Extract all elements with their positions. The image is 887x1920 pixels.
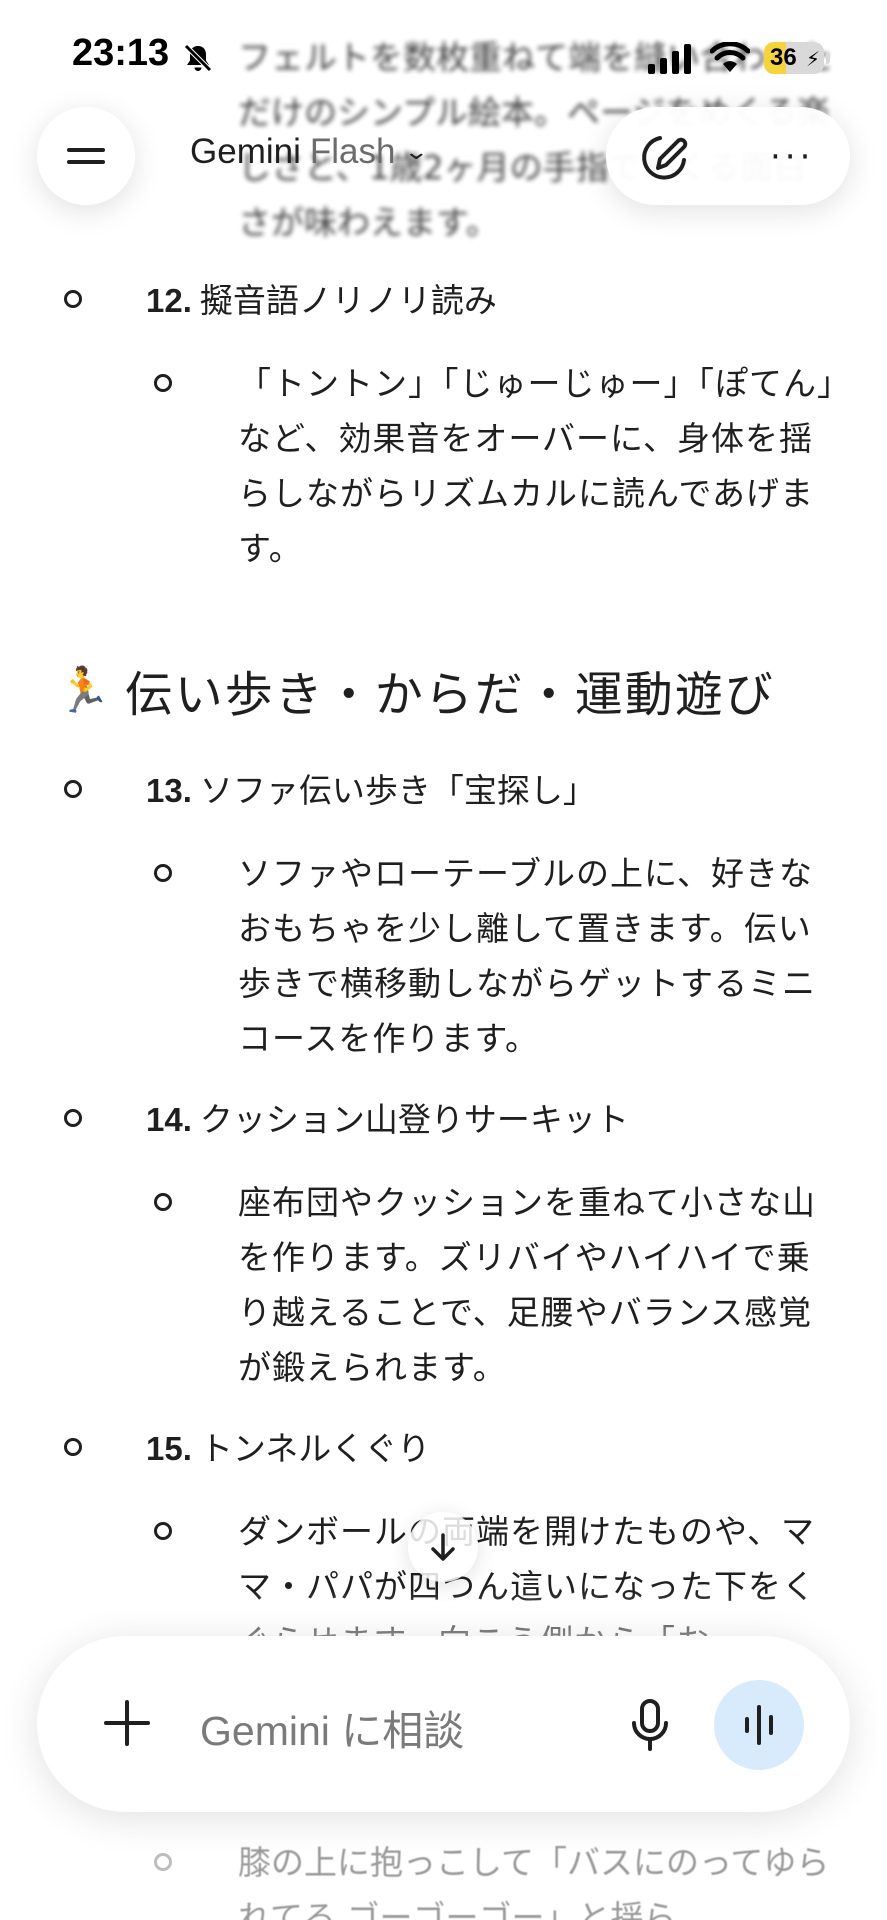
list-item-description: 座布団やクッションを重ねて小さな山を作ります。ズリバイやハイハイで乗り越えること… [238,1183,816,1387]
bullet-icon [64,290,82,308]
battery-tip [826,52,830,64]
bullet-icon [64,780,82,798]
list-item-description: 「トントン」「じゅーじゅー」「ぽてん」など、効果音をオーバーに、身体を揺らしなが… [238,364,835,568]
wifi-icon [710,42,750,72]
charging-bolt-icon: ⚡ [805,47,820,71]
section-heading: 🏃 伝い歩き・からだ・運動遊び [56,665,775,723]
live-button[interactable] [714,1680,804,1770]
bullet-icon [64,1438,82,1456]
bullet-icon [154,1193,172,1211]
menu-button[interactable] [37,107,135,205]
menu-icon [67,140,105,172]
bullet-icon [154,864,172,882]
status-bar: 23:13 36 ⚡ [0,0,887,110]
live-icon [745,1705,773,1745]
battery-icon: 36 ⚡ [764,42,824,74]
bullet-icon [154,1853,172,1871]
prompt-input[interactable]: Gemini に相談 [200,1697,464,1757]
arrow-down-icon [431,1533,455,1561]
list-item-title: 14. クッション山登りサーキット [146,1100,629,1139]
list-item-title: 12. 擬音語ノリノリ読み [146,281,497,320]
scroll-down-button[interactable] [408,1512,478,1582]
list-item-description-partial: 膝の上に抱っこして「バスにのってゆられてる ゴーゴーゴー」と揺ら [238,1843,830,1920]
bullet-icon [154,374,172,392]
bullet-icon [64,1109,82,1127]
list-item-title: 15. トンネルくぐり [146,1429,431,1468]
bell-off-icon [184,44,212,72]
chevron-down-icon: ⌄ [403,139,430,164]
list-item-description: ソファやローテーブルの上に、好きなおもちゃを少し離して置きます。伝い歩きで横移動… [238,854,816,1058]
model-selector[interactable]: Gemini Flash ⌄ [190,132,430,172]
more-icon[interactable]: ··· [770,140,814,174]
mic-icon[interactable] [630,1697,670,1753]
plus-icon[interactable] [104,1700,150,1746]
new-chat-icon[interactable] [636,130,692,186]
list-item-title: 13. ソファ伝い歩き「宝探し」 [146,771,596,810]
signal-icon [648,44,691,74]
status-time: 23:13 [72,32,170,74]
bullet-icon [154,1522,172,1540]
runner-emoji-icon: 🏃 [56,665,111,716]
